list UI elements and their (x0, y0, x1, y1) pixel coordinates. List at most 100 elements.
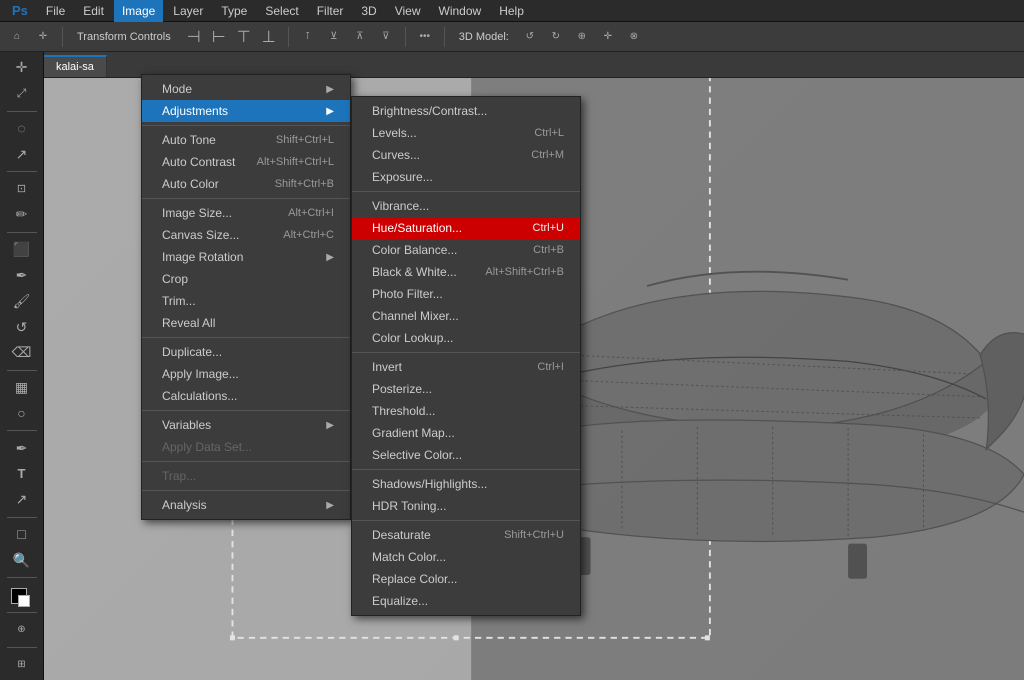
brush-tool[interactable]: ✒ (6, 263, 38, 287)
align-mid-icon[interactable]: ⊻ (323, 26, 345, 48)
adj-hdr-toning[interactable]: HDR Toning... (352, 495, 580, 517)
dist-icon[interactable]: ⊽ (375, 26, 397, 48)
tool-separator9 (7, 647, 37, 648)
align-center-icon[interactable]: ⊢ (208, 26, 230, 48)
eraser-tool[interactable]: ⌫ (6, 341, 38, 365)
adj-invert[interactable]: Invert Ctrl+I (352, 356, 580, 378)
tool-separator5 (7, 430, 37, 431)
menu-apply-data-set[interactable]: Apply Data Set... (142, 436, 350, 458)
align-left-icon[interactable]: ⊣ (183, 26, 205, 48)
menu-3d[interactable]: 3D (353, 0, 384, 22)
ps-logo[interactable]: Ps (4, 0, 36, 22)
eyedropper-tool[interactable]: ✏ (6, 203, 38, 227)
menu-calculations[interactable]: Calculations... (142, 385, 350, 407)
menu-window[interactable]: Window (431, 0, 490, 22)
adj-gradient-map[interactable]: Gradient Map... (352, 422, 580, 444)
menu-bar[interactable]: Ps File Edit Image Layer Type Select Fil… (0, 0, 1024, 22)
type-tool[interactable]: T (6, 462, 38, 486)
screen-mode[interactable]: ⊞ (6, 652, 38, 676)
sep1 (142, 125, 350, 126)
menu-auto-color[interactable]: Auto Color Shift+Ctrl+B (142, 173, 350, 195)
quick-mask[interactable]: ⊕ (6, 618, 38, 642)
history-tool[interactable]: ↺ (6, 315, 38, 339)
menu-reveal-all[interactable]: Reveal All (142, 312, 350, 334)
adj-selective-color[interactable]: Selective Color... (352, 444, 580, 466)
3d-model-label: 3D Model: (459, 31, 509, 43)
adj-levels[interactable]: Levels... Ctrl+L (352, 122, 580, 144)
lasso-tool[interactable]: ◌ (6, 117, 38, 141)
menu-image-size[interactable]: Image Size... Alt+Ctrl+I (142, 202, 350, 224)
menu-canvas-size[interactable]: Canvas Size... Alt+Ctrl+C (142, 224, 350, 246)
slide-3d-icon[interactable]: ⊗ (623, 26, 645, 48)
menu-layer[interactable]: Layer (165, 0, 211, 22)
adj-curves[interactable]: Curves... Ctrl+M (352, 144, 580, 166)
align-bot-icon[interactable]: ⊼ (349, 26, 371, 48)
move-tool[interactable]: ✛ (6, 56, 38, 80)
adj-desaturate[interactable]: Desaturate Shift+Ctrl+U (352, 524, 580, 546)
adj-color-lookup[interactable]: Color Lookup... (352, 327, 580, 349)
roll-3d-icon[interactable]: ⊕ (571, 26, 593, 48)
menu-type[interactable]: Type (213, 0, 255, 22)
adj-photo-filter[interactable]: Photo Filter... (352, 283, 580, 305)
adj-threshold[interactable]: Threshold... (352, 400, 580, 422)
menu-file[interactable]: File (38, 0, 73, 22)
foreground-color[interactable] (6, 583, 38, 607)
options-bar: ⌂ ✛ Transform Controls ⊣ ⊢ ⊤ ⊥ ⊺ ⊻ ⊼ ⊽ •… (0, 22, 1024, 52)
distribute-icon[interactable]: ⊥ (258, 26, 280, 48)
menu-apply-image[interactable]: Apply Image... (142, 363, 350, 385)
menu-image[interactable]: Image (114, 0, 163, 22)
rotate-3d-icon[interactable]: ↺ (519, 26, 541, 48)
document-tab[interactable]: kalai-sa (44, 55, 107, 77)
menu-filter[interactable]: Filter (309, 0, 352, 22)
gradient-tool[interactable]: ▦ (6, 376, 38, 400)
adj-channel-mixer[interactable]: Channel Mixer... (352, 305, 580, 327)
adj-black-white[interactable]: Black & White... Alt+Shift+Ctrl+B (352, 261, 580, 283)
adj-hue-saturation[interactable]: Hue/Saturation... Ctrl+U (352, 217, 580, 239)
align-right-icon[interactable]: ⊤ (233, 26, 255, 48)
menu-image-rotation[interactable]: Image Rotation ▶ (142, 246, 350, 268)
menu-select[interactable]: Select (257, 0, 306, 22)
menu-view[interactable]: View (387, 0, 429, 22)
menu-analysis[interactable]: Analysis ▶ (142, 494, 350, 516)
menu-crop[interactable]: Crop (142, 268, 350, 290)
menu-auto-contrast[interactable]: Auto Contrast Alt+Shift+Ctrl+L (142, 151, 350, 173)
main-area: ✛ ⤢ ◌ ↗ ⊡ ✏ ⬛ ✒ 🖌 ↺ ⌫ ▦ ○ ✒ T ↗ □ 🔍 ⊕ ⊞ (0, 52, 1024, 680)
adj-equalize[interactable]: Equalize... (352, 590, 580, 612)
pen-tool[interactable]: ✒ (6, 436, 38, 460)
menu-auto-tone[interactable]: Auto Tone Shift+Ctrl+L (142, 129, 350, 151)
align-top-icon[interactable]: ⊺ (297, 26, 319, 48)
path-tool[interactable]: ↗ (6, 488, 38, 512)
menu-trim[interactable]: Trim... (142, 290, 350, 312)
magic-wand-tool[interactable]: ↗ (6, 142, 38, 166)
scale-3d-icon[interactable]: ↻ (545, 26, 567, 48)
stamp-tool[interactable]: 🖌 (6, 289, 38, 313)
tool-separator6 (7, 517, 37, 518)
adj-posterize[interactable]: Posterize... (352, 378, 580, 400)
adj-brightness-contrast[interactable]: Brightness/Contrast... (352, 100, 580, 122)
menu-mode[interactable]: Mode ▶ (142, 78, 350, 100)
adj-match-color[interactable]: Match Color... (352, 546, 580, 568)
zoom-tool[interactable]: 🔍 (6, 548, 38, 572)
adj-vibrance[interactable]: Vibrance... (352, 195, 580, 217)
menu-variables[interactable]: Variables ▶ (142, 414, 350, 436)
toolbar: ✛ ⤢ ◌ ↗ ⊡ ✏ ⬛ ✒ 🖌 ↺ ⌫ ▦ ○ ✒ T ↗ □ 🔍 ⊕ ⊞ (0, 52, 44, 680)
dodge-tool[interactable]: ○ (6, 402, 38, 426)
adj-shadows-highlights[interactable]: Shadows/Highlights... (352, 473, 580, 495)
adj-color-balance[interactable]: Color Balance... Ctrl+B (352, 239, 580, 261)
adj-replace-color[interactable]: Replace Color... (352, 568, 580, 590)
healing-tool[interactable]: ⬛ (6, 238, 38, 262)
pan-3d-icon[interactable]: ✛ (597, 26, 619, 48)
menu-edit[interactable]: Edit (75, 0, 112, 22)
adj-sep2 (352, 352, 580, 353)
crop-tool[interactable]: ⊡ (6, 177, 38, 201)
menu-adjustments[interactable]: Adjustments ▶ (142, 100, 350, 122)
menu-duplicate[interactable]: Duplicate... (142, 341, 350, 363)
menu-help[interactable]: Help (491, 0, 532, 22)
shape-tool[interactable]: □ (6, 523, 38, 547)
home-icon[interactable]: ⌂ (6, 26, 28, 48)
select-tool[interactable]: ⤢ (6, 82, 38, 106)
adj-exposure[interactable]: Exposure... (352, 166, 580, 188)
more-icon[interactable]: ••• (414, 26, 436, 48)
move-tool-icon[interactable]: ✛ (32, 26, 54, 48)
menu-trap[interactable]: Trap... (142, 465, 350, 487)
